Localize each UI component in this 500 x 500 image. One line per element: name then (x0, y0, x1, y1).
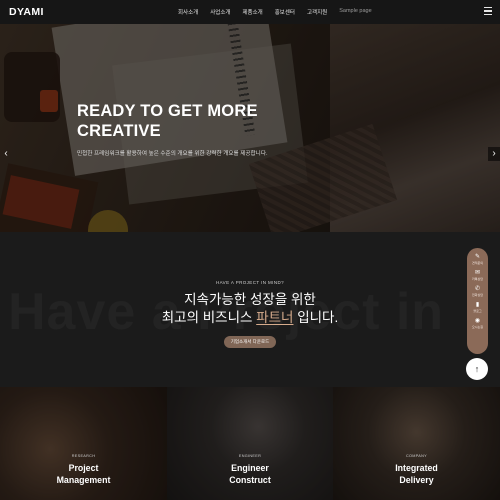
quick-item-label: 카톡상담 (471, 277, 484, 281)
tile-title: Engineer Construct (229, 463, 271, 485)
quick-item-label: 블로그 (473, 309, 482, 313)
quick-item-label: 오시는길 (471, 325, 484, 329)
hero-slider: READY TO GET MORE CREATIVE 민첩한 프레임워크를 활용… (0, 24, 500, 232)
quick-item-location[interactable]: ◉ 오시는길 (467, 318, 488, 334)
scroll-top-icon[interactable]: ↑ (466, 358, 488, 380)
hamburger-menu-icon[interactable] (484, 7, 492, 16)
quick-item-phone[interactable]: ✆ 전화상담 (467, 286, 488, 302)
pencil-icon: ✎ (474, 254, 481, 260)
phone-icon: ✆ (474, 286, 481, 292)
tile-kicker: RESEARCH (71, 454, 96, 458)
quick-item-inquiry[interactable]: ✎ 견적문의 (467, 254, 488, 270)
quick-item-label: 견적문의 (471, 261, 484, 265)
nav-item-products[interactable]: 제품소개 (243, 8, 263, 16)
nav-item-company[interactable]: 회사소개 (178, 8, 198, 16)
project-section: Have a Project in HAVE A PROJECT IN MIND… (0, 232, 500, 387)
quick-item-label: 전화상담 (471, 293, 484, 297)
nav-item-support[interactable]: 고객지원 (307, 8, 327, 16)
section-headline: 지속가능한 성장을 위한 최고의 비즈니스 파트너 입니다. (0, 291, 500, 327)
headline-line-2-pre: 최고의 비즈니스 (161, 310, 257, 325)
tile-title: Project Management (56, 463, 111, 485)
tile-project-management[interactable]: RESEARCH Project Management (0, 387, 167, 500)
nav-item-business[interactable]: 사업소개 (210, 8, 230, 16)
hero-subtitle: 민첩한 프레임워크를 활용하여 높은 수준의 개요를 위한 강력한 개요를 제공… (77, 151, 268, 157)
quick-item-kakao[interactable]: ✉ 카톡상담 (467, 270, 488, 286)
tile-kicker: ENGINEER (238, 454, 262, 458)
quick-item-blog[interactable]: ▮ 블로그 (467, 302, 488, 318)
headline-line-2-post: 입니다. (293, 310, 339, 325)
section-eyebrow: HAVE A PROJECT IN MIND? (215, 280, 285, 285)
tile-kicker: COMPANY (405, 454, 427, 458)
quick-menu: ✎ 견적문의 ✉ 카톡상담 ✆ 전화상담 ▮ 블로그 ◉ 오시는길 (467, 248, 488, 354)
hero-title: READY TO GET MORE CREATIVE (77, 102, 258, 140)
blog-icon: ▮ (475, 302, 480, 308)
download-brochure-button[interactable]: 기업소개서 다운로드 (224, 336, 276, 348)
headline-line-1: 지속가능한 성장을 위한 (184, 292, 316, 307)
tile-integrated-delivery[interactable]: COMPANY Integrated Delivery (333, 387, 500, 500)
tile-title: Integrated Delivery (395, 463, 438, 485)
tile-engineer-construct[interactable]: ENGINEER Engineer Construct (167, 387, 333, 500)
slider-next-icon[interactable]: › (488, 147, 500, 161)
nav-item-sample-page[interactable]: Sample page (339, 8, 371, 16)
slider-prev-icon[interactable]: ‹ (0, 147, 12, 161)
map-pin-icon: ◉ (474, 318, 481, 324)
headline-highlight: 파트너 (256, 310, 294, 325)
main-nav: 회사소개 사업소개 제품소개 홍보센터 고객지원 Sample page (178, 8, 384, 16)
service-tiles: RESEARCH Project Management ENGINEER Eng… (0, 387, 500, 500)
nav-item-pr-center[interactable]: 홍보센터 (275, 8, 295, 16)
site-logo[interactable]: DYAMI (9, 6, 44, 18)
chat-icon: ✉ (474, 270, 481, 276)
site-header: DYAMI 회사소개 사업소개 제품소개 홍보센터 고객지원 Sample pa… (0, 0, 500, 24)
